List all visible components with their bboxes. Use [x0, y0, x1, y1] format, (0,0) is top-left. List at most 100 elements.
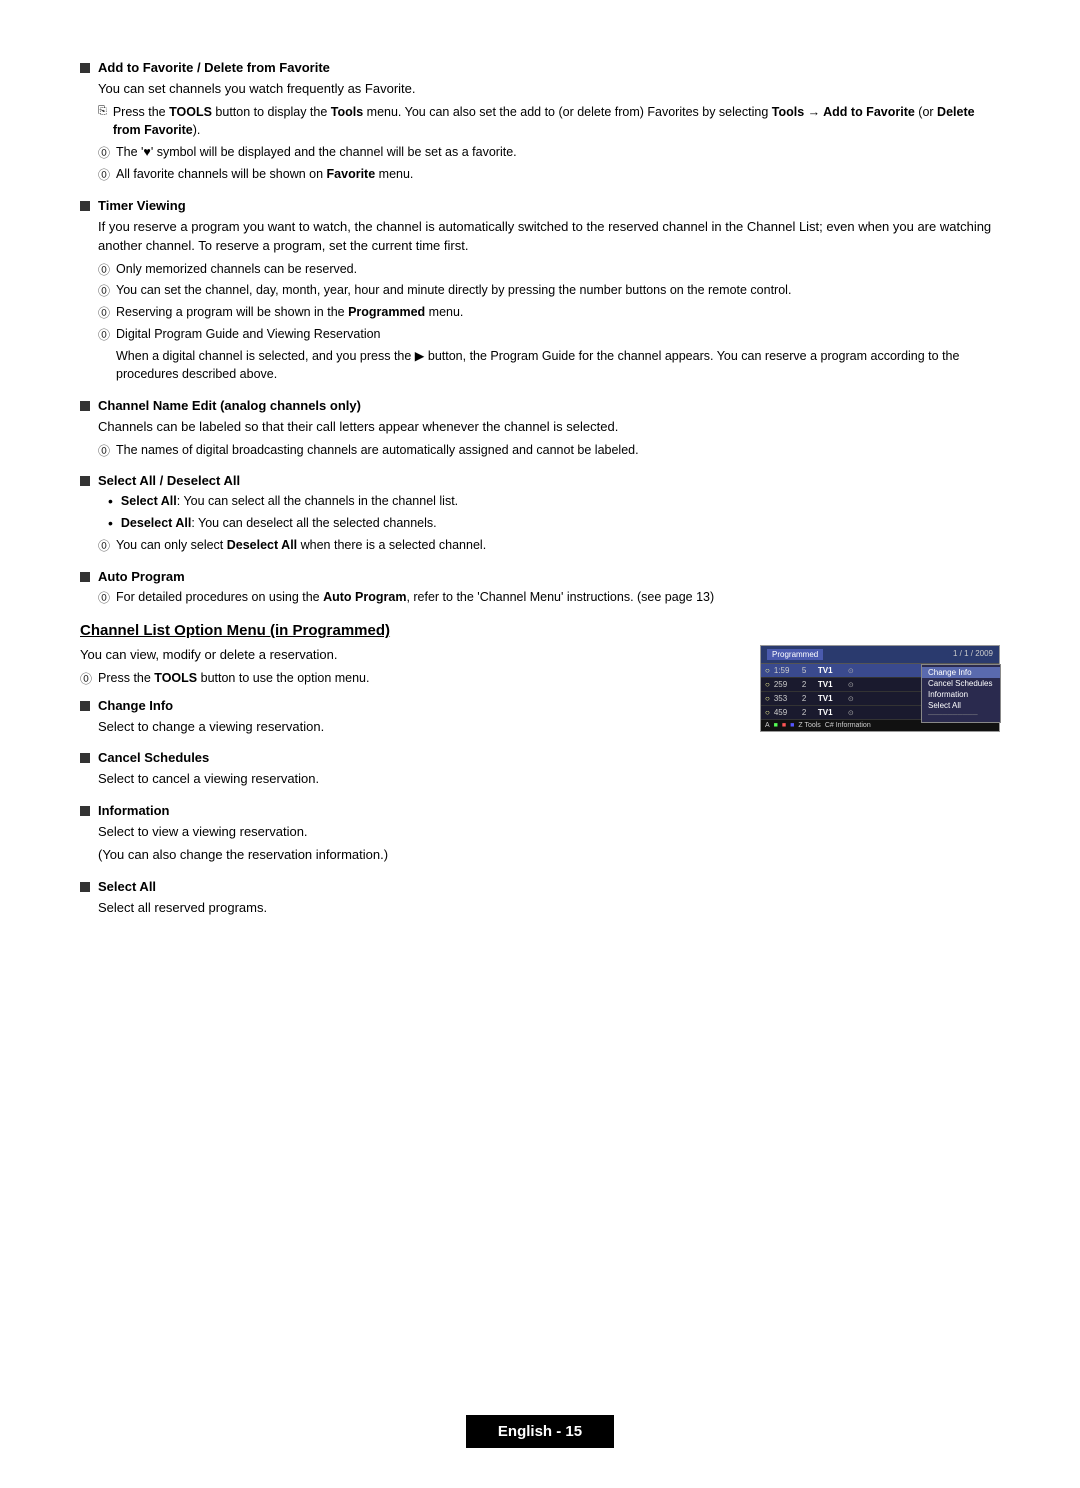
tv-number-icon: ○	[765, 680, 770, 689]
section-select-all: Select All / Deselect All • Select All: …	[80, 473, 1000, 554]
tv-ch-type: 2	[802, 708, 818, 717]
section-body: Channels can be labeled so that their ca…	[98, 417, 1000, 437]
tools-note-row: ⎘ Press the TOOLS button to display the …	[98, 103, 1000, 141]
subsection-body: Select all reserved programs.	[98, 898, 730, 918]
tools-icon: ⎘	[98, 105, 107, 118]
timer-note-1: ⓪ Only memorized channels can be reserve…	[98, 260, 1000, 279]
tv-icon: ⊙	[848, 667, 860, 675]
tv-channel-num: 353	[774, 694, 802, 703]
tv-display: Programmed 1 / 1 / 2009 ○ 1:59 5 TV1 ⊙ C…	[760, 645, 1000, 732]
note-icon: ⓪	[98, 537, 110, 554]
bullet-icon	[80, 753, 90, 763]
tv-date: 1 / 1 / 2009	[953, 649, 993, 660]
section-title: Timer Viewing	[98, 198, 186, 213]
note-text: For detailed procedures on using the Aut…	[116, 588, 714, 607]
tv-ch-type: 2	[802, 694, 818, 703]
tv-ch-name: TV1	[818, 694, 848, 703]
subsection-title: Change Info	[98, 698, 173, 713]
bullet-icon	[80, 806, 90, 816]
programmed-content: You can view, modify or delete a reserva…	[80, 645, 1000, 931]
subsection-title: Select All	[98, 879, 156, 894]
bullet-icon	[80, 63, 90, 73]
section-body: If you reserve a program you want to wat…	[98, 217, 1000, 256]
subsection-information: Information Select to view a viewing res…	[80, 803, 730, 865]
tv-channel-num: 1:59	[774, 666, 802, 675]
page-footer: English - 15	[0, 1415, 1080, 1448]
note-row-2: ⓪ All favorite channels will be shown on…	[98, 165, 1000, 184]
tv-footer-tools: Z Tools	[798, 722, 820, 729]
section-channel-name-edit: Channel Name Edit (analog channels only)…	[80, 398, 1000, 459]
bullet-icon	[80, 882, 90, 892]
note-text: Only memorized channels can be reserved.	[116, 260, 357, 279]
note-icon: ⓪	[80, 670, 92, 687]
bullet-text: Deselect All: You can deselect all the s…	[121, 514, 437, 533]
note-row-1: ⓪ The '♥' symbol will be displayed and t…	[98, 143, 1000, 162]
page-content: Add to Favorite / Delete from Favorite Y…	[0, 0, 1080, 1025]
digital-guide-body: When a digital channel is selected, and …	[116, 347, 1000, 385]
note-text: You can set the channel, day, month, yea…	[116, 281, 791, 300]
page-number-badge: English - 15	[466, 1415, 614, 1448]
tv-header: Programmed 1 / 1 / 2009	[761, 646, 999, 664]
subsection-body: Select to change a viewing reservation.	[98, 717, 730, 737]
note-icon: ⓪	[98, 326, 110, 343]
note-text: You can only select Deselect All when th…	[116, 536, 486, 555]
tools-note-text: Press the TOOLS button to display the To…	[113, 103, 1000, 141]
context-item-select-all: Select All	[922, 700, 1000, 711]
subsection-body-2: (You can also change the reservation inf…	[98, 845, 730, 865]
context-item-information: Information	[922, 689, 1000, 700]
programmed-heading: Channel List Option Menu (in Programmed)	[80, 622, 1000, 639]
bullet-text: Select All: You can select all the chann…	[121, 492, 458, 511]
programmed-intro: You can view, modify or delete a reserva…	[80, 645, 730, 665]
tv-footer-a: A	[765, 722, 770, 729]
tv-ch-name: TV1	[818, 680, 848, 689]
note-text: The names of digital broadcasting channe…	[116, 441, 639, 460]
timer-note-3: ⓪ Reserving a program will be shown in t…	[98, 303, 1000, 322]
digital-guide-title: Digital Program Guide and Viewing Reserv…	[116, 325, 381, 344]
tv-footer-d: ■	[790, 722, 794, 729]
section-title: Channel Name Edit (analog channels only)	[98, 398, 361, 413]
tv-ch-name: TV1	[818, 666, 848, 675]
tv-row-1: ○ 1:59 5 TV1 ⊙ Change Info Cancel Schedu…	[761, 664, 999, 678]
section-timer-viewing: Timer Viewing If you reserve a program y…	[80, 198, 1000, 385]
subsection-body: Select to cancel a viewing reservation.	[98, 769, 730, 789]
section-add-to-favorite: Add to Favorite / Delete from Favorite Y…	[80, 60, 1000, 184]
digital-guide-header: ⓪ Digital Program Guide and Viewing Rese…	[98, 325, 1000, 344]
tv-icon: ⊙	[848, 681, 860, 689]
subsection-cancel-schedules: Cancel Schedules Select to cancel a view…	[80, 750, 730, 789]
note-icon-2: ⓪	[98, 166, 110, 183]
tv-footer-b: ■	[774, 722, 778, 729]
section-title: Auto Program	[98, 569, 185, 584]
tv-ch-name: TV1	[818, 708, 848, 717]
programmed-text-column: You can view, modify or delete a reserva…	[80, 645, 730, 931]
bullet-icon	[80, 201, 90, 211]
select-all-note: ⓪ You can only select Deselect All when …	[98, 536, 1000, 555]
dot-icon: •	[108, 514, 113, 532]
tv-channel-num: 259	[774, 680, 802, 689]
subsection-title: Information	[98, 803, 170, 818]
tv-number-icon: ○	[765, 694, 770, 703]
tv-number-icon: ○	[765, 666, 770, 675]
tv-channel-num: 459	[774, 708, 802, 717]
tv-icon: ⊙	[848, 709, 860, 717]
section-programmed: Channel List Option Menu (in Programmed)…	[80, 622, 1000, 931]
tv-icon: ⊙	[848, 695, 860, 703]
tv-number-icon: ○	[765, 708, 770, 717]
note-icon: ⓪	[98, 589, 110, 606]
tv-footer-c: ■	[782, 722, 786, 729]
context-item-separator: ──────────	[922, 711, 1000, 720]
subsection-change-info: Change Info Select to change a viewing r…	[80, 698, 730, 737]
subsection-select-all: Select All Select all reserved programs.	[80, 879, 730, 918]
note-text-1: The '♥' symbol will be displayed and the…	[116, 143, 517, 162]
section-title: Add to Favorite / Delete from Favorite	[98, 60, 330, 75]
subsection-body-1: Select to view a viewing reservation.	[98, 822, 730, 842]
note-icon: ⓪	[98, 304, 110, 321]
tv-ch-type: 5	[802, 666, 818, 675]
section-auto-program: Auto Program ⓪ For detailed procedures o…	[80, 569, 1000, 607]
context-item-cancel: Cancel Schedules	[922, 678, 1000, 689]
tv-footer-info: C# Information	[825, 722, 871, 729]
note-text: Reserving a program will be shown in the…	[116, 303, 463, 322]
timer-note-2: ⓪ You can set the channel, day, month, y…	[98, 281, 1000, 300]
tv-ch-type: 2	[802, 680, 818, 689]
note-icon: ⓪	[98, 261, 110, 278]
tv-tab-programmed: Programmed	[767, 649, 823, 660]
